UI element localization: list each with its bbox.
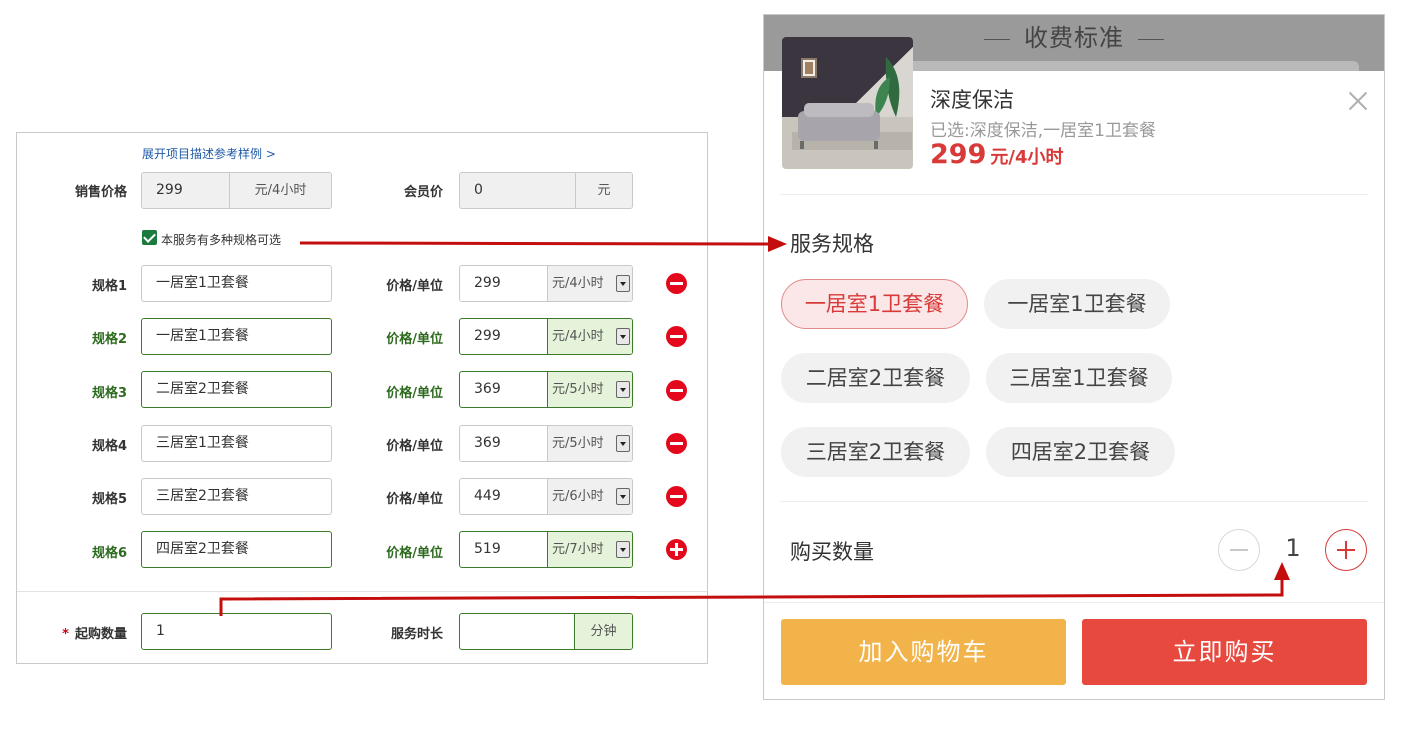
spec-price-field-5[interactable]: 449 元/6小时 [459, 478, 633, 515]
spec-price-value-4[interactable]: 369 [460, 426, 547, 461]
spec-label-3: 规格3 [91, 386, 127, 401]
selected-spec-text: 已选:深度保洁,一居室1卫套餐 [930, 121, 1156, 141]
remove-spec-button-5[interactable] [666, 486, 687, 507]
dropdown-arrow-icon[interactable] [616, 435, 630, 452]
spec-unit-select-2[interactable]: 元/4小时 [547, 319, 632, 354]
member-price-unit: 元 [575, 173, 632, 208]
sale-price-label: 销售价格 [74, 185, 127, 200]
spec-option-3[interactable]: 二居室2卫套餐 [781, 353, 970, 403]
min-qty-label-text: 起购数量 [74, 627, 127, 642]
add-to-cart-button[interactable]: 加入购物车 [781, 619, 1066, 685]
form-divider [17, 591, 707, 592]
required-mark: * [62, 627, 69, 642]
dropdown-arrow-icon[interactable] [616, 381, 630, 398]
duration-field[interactable]: 分钟 [459, 613, 633, 650]
spec-label-5: 规格5 [91, 492, 127, 507]
spec-option-4[interactable]: 三居室1卫套餐 [986, 353, 1172, 403]
sale-price-value[interactable]: 299 [142, 173, 229, 208]
spec-price-field-1[interactable]: 299 元/4小时 [459, 265, 633, 302]
spec-price-field-3[interactable]: 369 元/5小时 [459, 371, 633, 408]
spec-price-label-5: 价格/单位 [386, 492, 443, 507]
qty-minus-button[interactable] [1218, 529, 1260, 571]
mobile-purchase-popup: 收费标准 深度保洁 已选:深度保洁,一居室1卫套餐 299 元/4小时 服务规格… [763, 14, 1385, 700]
buy-now-button[interactable]: 立即购买 [1082, 619, 1367, 685]
remove-spec-button-2[interactable] [666, 326, 687, 347]
spec-price-label-6: 价格/单位 [386, 546, 443, 561]
spec-price-value-6[interactable]: 519 [460, 532, 547, 567]
spec-price-label-4: 价格/单位 [386, 439, 443, 454]
spec-option-6[interactable]: 四居室2卫套餐 [986, 427, 1175, 477]
spec-name-input-6[interactable]: 四居室2卫套餐 [141, 531, 332, 568]
spec-selection-sheet: 深度保洁 已选:深度保洁,一居室1卫套餐 299 元/4小时 服务规格 一居室1卫… [764, 37, 1384, 699]
remove-spec-button-3[interactable] [666, 380, 687, 401]
spec-name-input-4[interactable]: 三居室1卫套餐 [141, 425, 332, 462]
member-price-field[interactable]: 0 元 [459, 172, 633, 209]
expand-description-link[interactable]: 展开项目描述参考样例 > [142, 145, 276, 162]
spec-name-input-1[interactable]: 一居室1卫套餐 [141, 265, 332, 302]
spec-option-5[interactable]: 三居室2卫套餐 [781, 427, 970, 477]
spec-unit-select-5[interactable]: 元/6小时 [547, 479, 632, 514]
close-icon[interactable] [1348, 91, 1368, 111]
spec-unit-select-4[interactable]: 元/5小时 [547, 426, 632, 461]
remove-spec-button-1[interactable] [666, 273, 687, 294]
spec-price-value-1[interactable]: 299 [460, 266, 547, 301]
spec-price-label-2: 价格/单位 [386, 332, 443, 347]
duration-label: 服务时长 [390, 627, 443, 642]
spec-unit-text-4: 元/5小时 [552, 436, 604, 451]
dropdown-arrow-icon[interactable] [616, 488, 630, 505]
member-price-label: 会员价 [403, 185, 443, 200]
spec-unit-text-5: 元/6小时 [552, 489, 604, 504]
spec-price-label-1: 价格/单位 [386, 279, 443, 294]
min-qty-input[interactable]: 1 [141, 613, 332, 650]
spec-price-value-2[interactable]: 299 [460, 319, 547, 354]
product-thumbnail [782, 37, 913, 169]
spec-label-6: 规格6 [91, 546, 127, 561]
spec-price-field-4[interactable]: 369 元/5小时 [459, 425, 633, 462]
spec-unit-select-1[interactable]: 元/4小时 [547, 266, 632, 301]
service-form-panel: 展开项目描述参考样例 > 销售价格 299 元/4小时 会员价 0 元 本服务有… [16, 132, 708, 664]
spec-name-input-2[interactable]: 一居室1卫套餐 [141, 318, 332, 355]
spec-unit-text-3: 元/5小时 [552, 382, 604, 397]
remove-spec-button-4[interactable] [666, 433, 687, 454]
duration-input[interactable] [460, 614, 574, 649]
purchase-qty-label: 购买数量 [790, 540, 874, 564]
spec-unit-select-6[interactable]: 元/7小时 [547, 532, 632, 567]
dropdown-arrow-icon[interactable] [616, 275, 630, 292]
spec-unit-text-2: 元/4小时 [552, 329, 604, 344]
spec-label-2: 规格2 [91, 332, 127, 347]
spec-price-label-3: 价格/单位 [386, 386, 443, 401]
multi-spec-label: 本服务有多种规格可选 [161, 233, 282, 247]
spec-unit-text-6: 元/7小时 [552, 542, 604, 557]
spec-price-field-2[interactable]: 299 元/4小时 [459, 318, 633, 355]
add-spec-button[interactable] [666, 539, 687, 560]
service-spec-title: 服务规格 [790, 232, 874, 256]
sale-price-field[interactable]: 299 元/4小时 [141, 172, 332, 209]
spec-label-1: 规格1 [91, 279, 127, 294]
dropdown-arrow-icon[interactable] [616, 328, 630, 345]
min-qty-label: * 起购数量 [17, 623, 127, 642]
spec-option-2[interactable]: 一居室1卫套餐 [984, 279, 1170, 329]
spec-name-input-5[interactable]: 三居室2卫套餐 [141, 478, 332, 515]
price-unit: 元/4小时 [990, 147, 1064, 168]
spec-price-value-3[interactable]: 369 [460, 372, 547, 407]
member-price-value[interactable]: 0 [460, 173, 575, 208]
spec-name-input-3[interactable]: 二居室2卫套餐 [141, 371, 332, 408]
spec-label-4: 规格4 [91, 439, 127, 454]
spec-option-1[interactable]: 一居室1卫套餐 [781, 279, 968, 329]
product-price: 299 元/4小时 [930, 139, 1063, 170]
spec-price-value-5[interactable]: 449 [460, 479, 547, 514]
qty-value: 1 [1285, 534, 1301, 562]
product-name: 深度保洁 [930, 88, 1014, 112]
spec-price-field-6[interactable]: 519 元/7小时 [459, 531, 633, 568]
multi-spec-checkbox[interactable] [142, 230, 157, 245]
price-number: 299 [930, 139, 987, 170]
dropdown-arrow-icon[interactable] [616, 541, 630, 558]
duration-unit: 分钟 [574, 614, 632, 649]
qty-plus-button[interactable] [1325, 529, 1367, 571]
spec-unit-text-1: 元/4小时 [552, 276, 604, 291]
sale-price-unit: 元/4小时 [229, 173, 331, 208]
spec-unit-select-3[interactable]: 元/5小时 [547, 372, 632, 407]
